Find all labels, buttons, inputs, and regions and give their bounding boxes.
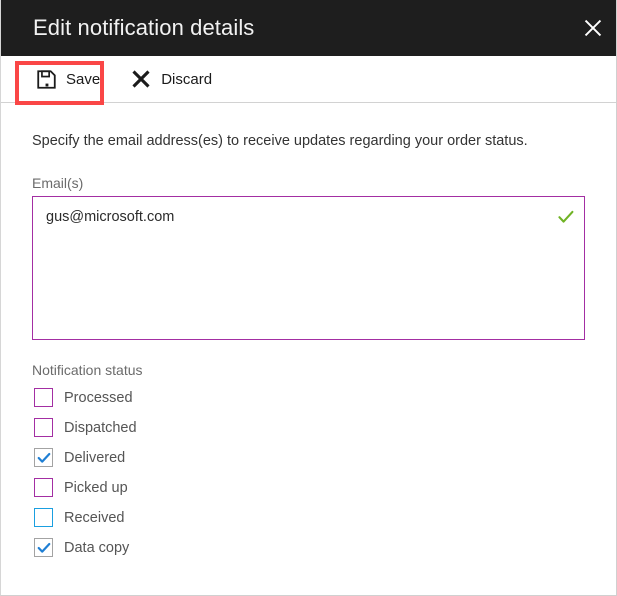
checkbox-row-picked-up[interactable]: Picked up — [32, 473, 585, 503]
notification-status-checklist: Processed Dispatched Delivered Picked up… — [32, 383, 585, 563]
checkmark-icon — [37, 541, 51, 555]
edit-notification-details-blade: Edit notification details Save Discard S… — [0, 0, 617, 596]
green-checkmark-icon — [557, 208, 575, 226]
notification-status-label: Notification status — [32, 361, 143, 378]
checkbox-label-data-copy: Data copy — [64, 539, 130, 556]
page-title: Edit notification details — [33, 15, 255, 40]
close-button[interactable] — [570, 0, 616, 56]
checkbox-received[interactable] — [34, 508, 53, 528]
checkbox-row-delivered[interactable]: Delivered — [32, 443, 585, 473]
intro-description: Specify the email address(es) to receive… — [32, 133, 528, 149]
blade-body: Specify the email address(es) to receive… — [1, 132, 616, 563]
checkbox-picked-up[interactable] — [34, 478, 53, 498]
checkbox-data-copy[interactable] — [34, 538, 53, 558]
checkbox-row-dispatched[interactable]: Dispatched — [32, 413, 585, 443]
x-cross-icon — [130, 68, 152, 90]
discard-button-label: Discard — [161, 70, 213, 88]
checkmark-icon — [37, 451, 51, 465]
checkbox-label-received: Received — [64, 509, 125, 526]
discard-button[interactable]: Discard — [124, 59, 226, 99]
email-field-label: Email(s) — [32, 174, 84, 191]
blade-header: Edit notification details — [1, 0, 616, 56]
save-floppy-disk-icon — [35, 68, 57, 90]
command-bar: Save Discard — [1, 56, 616, 105]
email-input-value: gus@microsoft.com — [46, 208, 175, 225]
checkbox-row-received[interactable]: Received — [32, 503, 585, 533]
email-input[interactable]: gus@microsoft.com — [32, 195, 585, 340]
checkbox-delivered[interactable] — [34, 448, 53, 468]
checkbox-label-dispatched: Dispatched — [64, 419, 137, 436]
checkbox-processed[interactable] — [34, 388, 53, 408]
checkbox-label-delivered: Delivered — [64, 449, 126, 466]
checkbox-row-data-copy[interactable]: Data copy — [32, 533, 585, 563]
close-icon — [584, 19, 602, 37]
checkbox-label-picked-up: Picked up — [64, 479, 128, 496]
checkbox-dispatched[interactable] — [34, 418, 53, 438]
save-button-label: Save — [66, 70, 101, 88]
checkbox-row-processed[interactable]: Processed — [32, 383, 585, 413]
checkbox-label-processed: Processed — [64, 389, 133, 406]
save-button[interactable]: Save — [29, 59, 114, 99]
